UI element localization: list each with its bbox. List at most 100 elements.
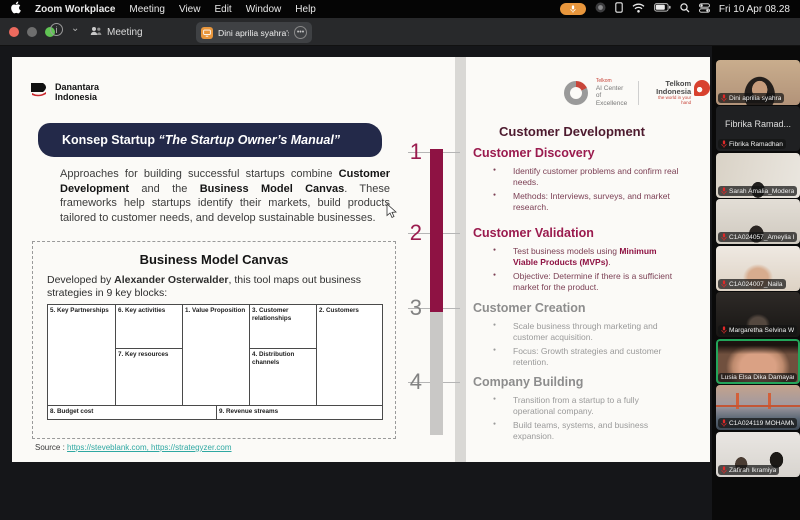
bmc-table: 5. Key Partnerships 6. Key activities 7.… [47,304,383,420]
muted-mic-icon [721,466,727,474]
meeting-people-icon [90,26,102,39]
window-meeting-label[interactable]: Meeting [90,26,143,39]
muted-mic-icon [721,280,727,288]
cd-section-validation: Customer Validation Test business models… [473,226,705,296]
virtual-background-bridge [716,405,800,407]
participant-name-label: Sarah Amalia_Moderator [718,186,797,196]
minimize-button[interactable] [27,27,37,37]
screen-share-icon [201,27,213,39]
chevron-down-icon[interactable]: ⌄ [71,23,79,34]
participant-name-label: C1A024057_Ameylia Fa... [718,232,797,242]
menu-item-window[interactable]: Window [246,4,282,15]
muted-mic-icon [721,233,727,241]
danantara-logo: Danantara Indonesia [30,81,99,104]
step-number-3: 3 [390,297,422,319]
search-icon[interactable] [680,3,690,16]
slide-title: Konsep Startup [62,133,159,147]
cd-bullet: Identify customer problems and confirm r… [513,166,681,189]
cd-bullet: Objective: Determine if there is a suffi… [513,271,681,294]
participant-tile[interactable]: Fibrika Ramad... Fibrika Ramadhan [716,106,800,151]
step-number-4: 4 [390,371,422,393]
participant-tile[interactable]: Sarah Amalia_Moderator [716,153,800,198]
danantara-text-2: Indonesia [55,92,97,102]
participant-tile[interactable]: C1A024007_Naila [716,246,800,291]
shared-screen-slide: Danantara Indonesia Telkom AI Center of … [12,57,710,462]
display-status-icon[interactable] [615,2,623,16]
tab-shared-screen[interactable]: Dini aprilia syahra's screen ••• [196,22,312,43]
menu-app-name[interactable]: Zoom Workplace [35,4,115,15]
telkom-logo: Telkom Indonesia the world in your hand [647,80,710,106]
aicoe-logo-text: Telkom AI Center of Excellence [596,79,630,107]
window-title-bar: i ⌄ Meeting Dini aprilia syahra's screen… [0,18,800,46]
menu-item-edit[interactable]: Edit [214,4,231,15]
bmc-cell-key-resources: 7. Key resources [115,348,182,405]
menu-item-help[interactable]: Help [295,4,316,15]
participant-name-label: Lusia Elsa Dika Damayanty [718,373,797,382]
status-circle-icon[interactable] [595,2,606,16]
customer-development-heading: Customer Development [472,124,672,139]
participant-tile[interactable]: Zafirah Ikramiya [716,432,800,477]
bmc-description: Developed by Alexander Osterwalder, this… [47,274,383,300]
bmc-cell-budget-cost: 8. Budget cost [48,405,216,419]
close-button[interactable] [9,27,19,37]
muted-mic-icon [721,187,727,195]
cd-bullet: Methods: Interviews, surveys, and market… [513,191,681,214]
cd-section-title: Customer Validation [473,226,705,240]
cd-section-title: Customer Creation [473,301,705,315]
participant-tile-speaking[interactable]: Lusia Elsa Dika Damayanty [716,339,800,384]
cd-bullet: Test business models using Minimum Viabl… [513,246,681,269]
control-center-icon[interactable] [699,3,710,16]
mic-in-use-icon[interactable] [560,3,586,15]
source-line: Source : https://steveblank.com, https:/… [35,443,232,452]
cd-section-title: Customer Discovery [473,146,705,160]
cd-section-discovery: Customer Discovery Identify customer pro… [473,146,705,216]
bmc-cell-distribution-channels: 4. Distribution channels [249,348,316,405]
partner-logos: Telkom AI Center of Excellence Telkom In… [564,79,710,107]
muted-mic-icon [721,419,727,427]
mouse-cursor [386,203,397,224]
participant-name-label: C1A024119 MOHAMMA... [718,418,797,428]
apple-icon[interactable] [10,1,21,17]
tab-label: Dini aprilia syahra's screen [218,28,289,38]
cd-bullet: Focus: Growth strategies and customer re… [513,346,681,369]
aicoe-logo-icon [564,81,588,105]
slide-title-banner: Konsep Startup “The Startup Owner’s Manu… [38,123,382,157]
participant-name-label: C1A024007_Naila [718,279,786,289]
participants-panel: Dini aprilia syahra Fibrika Ramad... Fib… [712,46,800,520]
cd-bullet: Transition from a startup to a fully ope… [513,395,681,418]
participant-name-label: Margaretha Selvina W... [718,325,797,335]
cd-section-creation: Customer Creation Scale business through… [473,301,705,371]
bmc-cell-revenue-streams: 9. Revenue streams [216,405,382,419]
video-off-name: Fibrika Ramad... [716,119,800,129]
cd-section-company-building: Company Building Transition from a start… [473,375,705,445]
wifi-icon[interactable] [632,3,645,16]
participant-tile[interactable]: Margaretha Selvina W... [716,292,800,337]
menu-bar: Zoom Workplace Meeting View Edit Window … [0,0,800,18]
telkom-logo-icon [694,80,710,96]
participant-name-label: Fibrika Ramadhan [718,139,786,149]
source-links[interactable]: https://steveblank.com, https://strategy… [67,443,232,452]
bmc-title: Business Model Canvas [33,252,395,267]
step-number-1: 1 [390,141,422,163]
menu-item-view[interactable]: View [179,4,201,15]
battery-icon[interactable] [654,3,671,15]
intro-paragraph: Approaches for building successful start… [60,167,390,225]
muted-mic-icon [721,94,727,102]
participant-tile[interactable]: Dini aprilia syahra [716,60,800,105]
timeline-bar-active [430,149,443,312]
bmc-cell-key-activities: 6. Key activities [115,305,182,348]
info-icon[interactable]: i [50,23,63,36]
bmc-cell-key-partnerships: 5. Key Partnerships [48,305,115,405]
bmc-box: Business Model Canvas Developed by Alexa… [32,241,396,439]
cd-bullet: Scale business through marketing and cus… [513,321,681,344]
timeline-bar-inactive [430,312,443,435]
bmc-cell-customer-relationships: 3. Customer relationships [249,305,316,348]
participant-tile[interactable]: C1A024119 MOHAMMA... [716,385,800,430]
menu-clock[interactable]: Fri 10 Apr 08.28 [719,4,790,15]
danantara-logo-icon [30,81,50,104]
more-options-icon[interactable]: ••• [294,26,307,39]
menu-item-meeting[interactable]: Meeting [129,4,165,15]
participant-tile[interactable]: C1A024057_Ameylia Fa... [716,199,800,244]
muted-mic-icon [721,326,727,334]
bmc-cell-value-proposition: 1. Value Proposition [182,305,249,405]
